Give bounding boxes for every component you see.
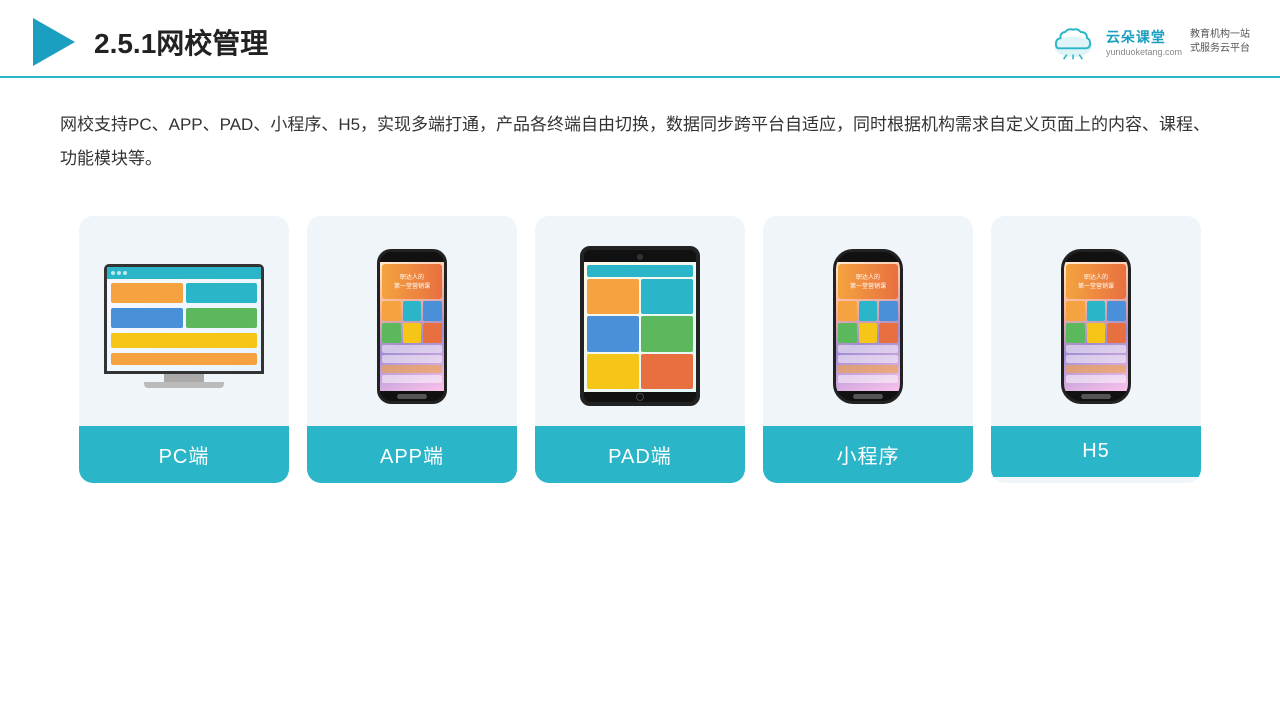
card-miniprogram: 职达人的第一堂营销课 小程序 xyxy=(763,216,973,483)
logo-name: 云朵课堂 xyxy=(1106,27,1166,47)
card-pc-label: PC端 xyxy=(79,426,289,483)
description-text: 网校支持PC、APP、PAD、小程序、H5，实现多端打通，产品各终端自由切换，数… xyxy=(60,115,1210,168)
card-pc-image xyxy=(79,216,289,426)
card-app-label: APP端 xyxy=(307,426,517,483)
play-icon xyxy=(30,18,78,66)
card-pad-image xyxy=(535,216,745,426)
card-h5: 职达人的第一堂营销课 H5 xyxy=(991,216,1201,483)
play-triangle xyxy=(33,18,75,66)
card-app: 职达人的第一堂营销课 APP端 xyxy=(307,216,517,483)
header-right: 云朵课堂 yunduoketang.com 教育机构一站 式服务云平台 xyxy=(1048,25,1250,60)
page-title: 2.5.1网校管理 xyxy=(94,22,268,62)
cloud-logo-icon xyxy=(1048,25,1098,60)
pad-tablet-mockup xyxy=(580,246,700,406)
card-pad: PAD端 xyxy=(535,216,745,483)
pc-stand xyxy=(164,374,204,382)
card-miniprogram-image: 职达人的第一堂营销课 xyxy=(763,216,973,426)
card-h5-image: 职达人的第一堂营销课 xyxy=(991,216,1201,426)
card-app-image: 职达人的第一堂营销课 xyxy=(307,216,517,426)
card-pc: PC端 xyxy=(79,216,289,483)
pc-screen xyxy=(104,264,264,374)
app-phone-mockup: 职达人的第一堂营销课 xyxy=(377,249,447,404)
card-pad-label: PAD端 xyxy=(535,426,745,483)
logo-url: yunduoketang.com xyxy=(1106,47,1182,57)
logo-text-block: 云朵课堂 yunduoketang.com xyxy=(1106,27,1182,57)
card-h5-label: H5 xyxy=(991,426,1201,477)
pc-mockup xyxy=(99,264,269,388)
h5-phone-mockup: 职达人的第一堂营销课 xyxy=(1061,249,1131,404)
header: 2.5.1网校管理 云朵课堂 yunduoketang.com 教育机构一站 式… xyxy=(0,0,1280,78)
cards-container: PC端 职达人的第一堂营销课 xyxy=(0,186,1280,503)
description: 网校支持PC、APP、PAD、小程序、H5，实现多端打通，产品各终端自由切换，数… xyxy=(0,78,1280,186)
card-miniprogram-label: 小程序 xyxy=(763,426,973,483)
header-left: 2.5.1网校管理 xyxy=(30,18,268,66)
pc-base xyxy=(144,382,224,388)
miniprogram-phone-mockup: 职达人的第一堂营销课 xyxy=(833,249,903,404)
logo-slogan: 教育机构一站 式服务云平台 xyxy=(1190,28,1250,56)
